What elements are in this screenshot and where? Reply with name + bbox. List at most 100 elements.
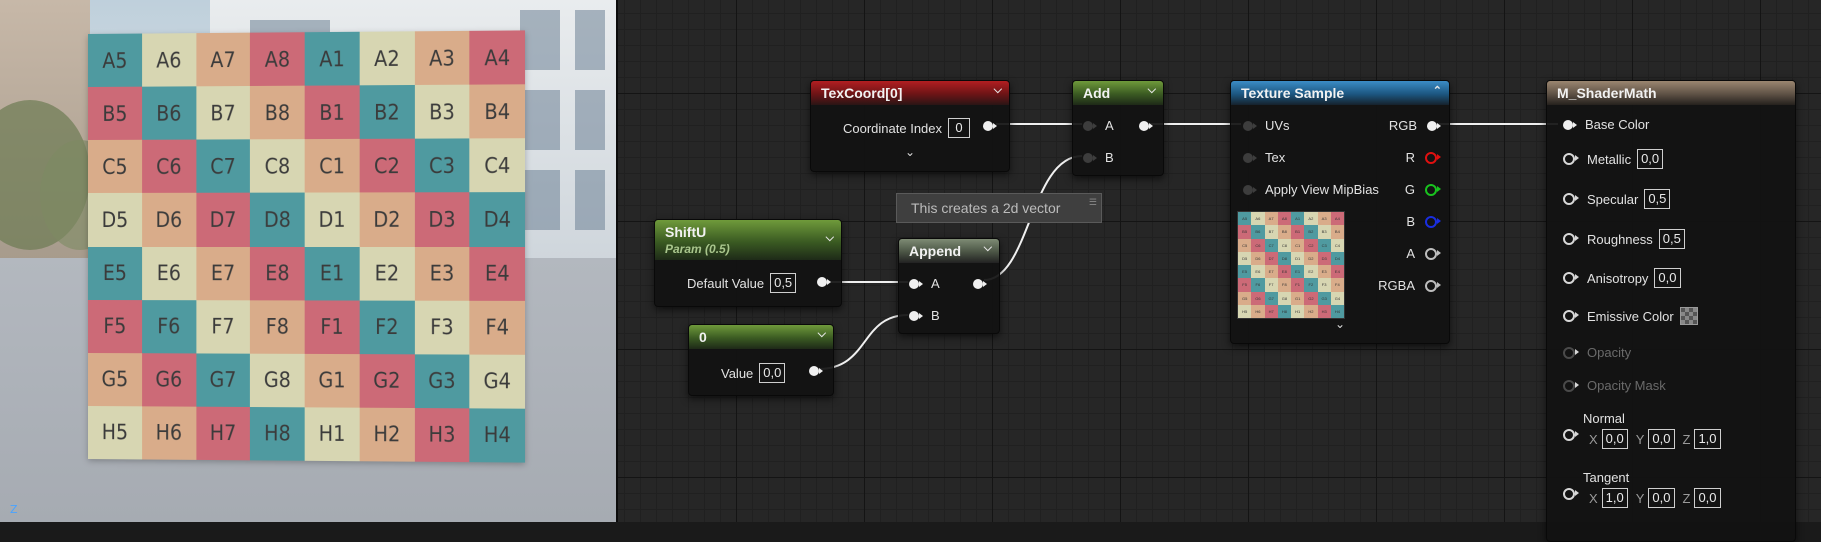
opacity-pin[interactable]	[1563, 346, 1579, 359]
append-node-title: Append	[909, 243, 962, 259]
shiftu-output-pin[interactable]	[817, 277, 831, 287]
chevron-down-icon[interactable]: ⌵	[826, 232, 834, 245]
add-node[interactable]: Add ⌵ A B	[1072, 80, 1164, 176]
comment-bubble[interactable]: This creates a 2d vector ☰	[896, 193, 1102, 223]
append-output-pin[interactable]	[973, 279, 987, 289]
expand-chevron-icon[interactable]: ⌄	[1335, 317, 1345, 331]
r-output-pin[interactable]	[1425, 151, 1441, 164]
constant-node[interactable]: 0 ⌵ Value 0,0	[688, 324, 834, 396]
normal-y-field[interactable]: 0,0	[1648, 429, 1675, 449]
thumbnail-cell: H6	[1251, 304, 1265, 318]
thumbnail-cell: E6	[1251, 265, 1265, 279]
shiftu-param-node[interactable]: ShiftU ⌵ Param (0.5) Default Value 0,5	[654, 219, 842, 307]
thumbnail-cell: C2	[1304, 238, 1318, 252]
append-input-b-pin[interactable]	[909, 310, 923, 321]
tangent-y-field[interactable]: 0,0	[1648, 488, 1675, 508]
a-output-pin[interactable]	[1425, 247, 1441, 260]
texture-sample-node[interactable]: Texture Sample ⌃ UVs Tex Apply View MipB…	[1230, 80, 1450, 344]
coordinate-index-field[interactable]: 0	[948, 118, 971, 138]
thumbnail-cell: F3	[1317, 278, 1331, 292]
thumbnail-cell: E8	[1277, 265, 1291, 279]
tex-input-pin[interactable]	[1243, 152, 1257, 163]
shiftu-node-header[interactable]: ShiftU ⌵ Param (0.5)	[655, 220, 841, 260]
chevron-down-icon[interactable]: ⌵	[1148, 84, 1156, 97]
thumbnail-cell: D6	[1251, 251, 1265, 265]
append-node-header[interactable]: Append ⌵	[899, 239, 999, 263]
chevron-down-icon[interactable]: ⌵	[818, 328, 826, 341]
tangent-z-field[interactable]: 0,0	[1694, 488, 1721, 508]
constant-value-label: Value	[721, 365, 754, 381]
rgb-output-pin[interactable]	[1427, 120, 1441, 131]
metallic-field[interactable]: 0,0	[1637, 149, 1664, 169]
material-result-header[interactable]: M_ShaderMath	[1547, 81, 1795, 105]
texcoord-node-header[interactable]: TexCoord[0] ⌵	[811, 81, 1009, 105]
constant-output-pin[interactable]	[809, 366, 823, 376]
b-output-row: B	[1406, 214, 1441, 229]
append-input-a-pin[interactable]	[909, 278, 923, 289]
thumbnail-cell: F4	[1330, 278, 1344, 292]
add-node-header[interactable]: Add ⌵	[1073, 81, 1163, 105]
uvs-input-pin[interactable]	[1243, 120, 1257, 131]
material-preview-viewport[interactable]: A5 A6 A7 A8 A1 A2 A3 A4 B5 B6 B7 B8 B1 B2 B3 B4 C5 C6 C7 C8…	[0, 0, 618, 522]
specular-pin[interactable]	[1563, 193, 1579, 205]
thumbnail-cell: E1	[1291, 265, 1305, 279]
tangent-x-field[interactable]: 1,0	[1601, 488, 1628, 508]
normal-x-field[interactable]: 0,0	[1601, 429, 1628, 449]
tangent-pin[interactable]	[1563, 488, 1579, 500]
specular-row: Specular 0,5	[1563, 189, 1671, 209]
anisotropy-label: Anisotropy	[1587, 270, 1649, 286]
thumbnail-cell: D1	[1291, 251, 1305, 265]
roughness-pin[interactable]	[1563, 233, 1579, 245]
normal-pin[interactable]	[1563, 429, 1579, 441]
material-result-node[interactable]: M_ShaderMath Base Color Metallic 0,0 Spe…	[1546, 80, 1796, 542]
rgba-output-pin[interactable]	[1425, 279, 1441, 292]
opacity-mask-row: Opacity Mask	[1563, 378, 1666, 393]
anisotropy-pin[interactable]	[1563, 272, 1579, 284]
normal-z-field[interactable]: 1,0	[1694, 429, 1721, 449]
checker-cell: A2	[359, 31, 415, 86]
chevron-down-icon[interactable]: ⌵	[994, 84, 1002, 97]
checker-cell: B4	[469, 84, 526, 139]
specular-field[interactable]: 0,5	[1644, 189, 1671, 209]
default-value-field[interactable]: 0,5	[770, 273, 797, 293]
texture-sample-title: Texture Sample	[1241, 85, 1345, 101]
checker-cell: E1	[304, 246, 360, 301]
b-output-pin[interactable]	[1425, 215, 1441, 228]
thumbnail-cell: G5	[1238, 291, 1252, 305]
anisotropy-field[interactable]: 0,0	[1654, 268, 1681, 288]
texcoord-node[interactable]: TexCoord[0] ⌵ Coordinate Index 0 ⌄	[810, 80, 1010, 172]
checker-cell: F3	[414, 300, 470, 355]
texcoord-output-pin[interactable]	[983, 121, 997, 131]
chevron-up-icon[interactable]: ⌃	[1433, 84, 1442, 97]
thumbnail-cell: G2	[1304, 291, 1318, 305]
g-output-pin[interactable]	[1425, 183, 1441, 196]
checker-cell: A6	[141, 33, 196, 87]
checker-cell: A8	[250, 32, 305, 87]
texture-sample-header[interactable]: Texture Sample ⌃	[1231, 81, 1449, 105]
pin-comment-icon[interactable]: ☰	[1089, 197, 1097, 208]
add-output-pin[interactable]	[1139, 121, 1153, 131]
building-window	[575, 90, 605, 150]
opacity-mask-pin[interactable]	[1563, 379, 1579, 392]
checker-cell: E3	[414, 246, 470, 301]
add-input-a-pin[interactable]	[1083, 120, 1097, 131]
emissive-color-label: Emissive Color	[1587, 308, 1674, 324]
append-node[interactable]: Append ⌵ A B	[898, 238, 1000, 334]
constant-value-field[interactable]: 0,0	[759, 363, 786, 383]
constant-node-header[interactable]: 0 ⌵	[689, 325, 833, 349]
checker-cell: B6	[141, 86, 196, 141]
building-window	[520, 10, 560, 70]
checker-cell: D3	[414, 192, 470, 247]
mipbias-input-pin[interactable]	[1243, 184, 1257, 195]
chevron-down-icon[interactable]: ⌵	[984, 242, 992, 255]
roughness-field[interactable]: 0,5	[1658, 229, 1685, 249]
texture-thumbnail[interactable]: A5 A6 A7 A8 A1 A2 A3 A4 B5 B6 B7 B8 B1 B2 B3 B4 C5 C6 C7 C8…	[1237, 211, 1345, 319]
emissive-color-pin[interactable]	[1563, 310, 1579, 322]
thumbnail-cell: H4	[1330, 304, 1344, 318]
base-color-pin[interactable]	[1563, 119, 1577, 130]
add-input-b-pin[interactable]	[1083, 152, 1097, 163]
metallic-pin[interactable]	[1563, 153, 1579, 165]
tex-input-label: Tex	[1265, 150, 1286, 165]
emissive-color-swatch[interactable]	[1679, 307, 1698, 325]
expand-chevron-icon[interactable]: ⌄	[905, 145, 915, 159]
